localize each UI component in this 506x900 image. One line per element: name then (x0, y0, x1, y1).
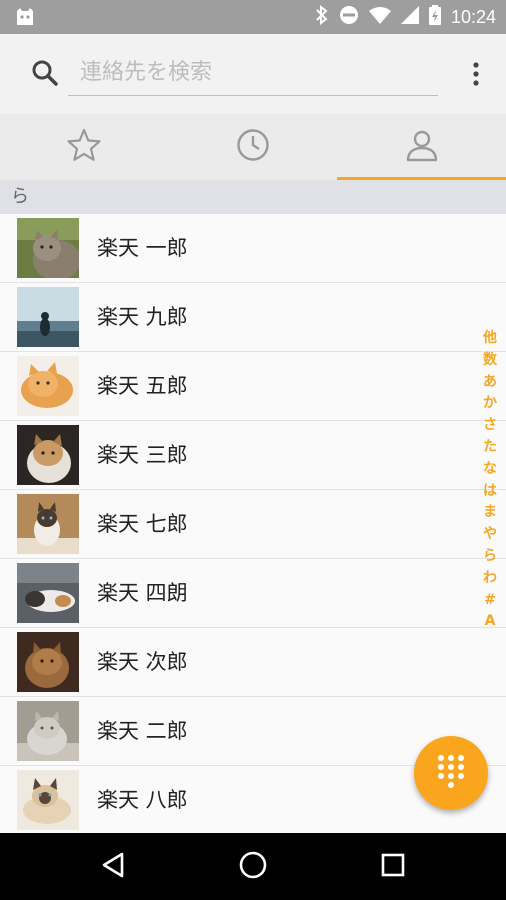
contact-avatar (17, 425, 79, 485)
contact-row[interactable]: 楽天 九郎 (0, 283, 506, 352)
recents-button[interactable] (358, 833, 428, 900)
dialpad-icon (437, 754, 465, 792)
wifi-icon (368, 6, 391, 28)
index-letter[interactable]: た (483, 437, 497, 459)
back-icon (100, 851, 126, 883)
clock-icon (236, 128, 270, 166)
contact-row[interactable]: 楽天 五郎 (0, 352, 506, 421)
home-icon (238, 850, 268, 884)
index-letter[interactable]: 他 (483, 328, 497, 350)
contact-name: 楽天 二郎 (97, 719, 188, 743)
home-button[interactable] (218, 833, 288, 900)
search-input[interactable] (68, 50, 438, 96)
star-icon (66, 128, 102, 166)
tab-favorites[interactable] (0, 114, 169, 180)
more-options-icon[interactable] (466, 60, 486, 90)
index-letter[interactable]: わ (483, 568, 497, 590)
contact-name: 楽天 四朗 (97, 581, 188, 605)
index-letter[interactable]: あ (483, 372, 497, 394)
contact-name: 楽天 一郎 (97, 236, 188, 260)
index-letter[interactable]: 数 (483, 350, 497, 372)
cell-signal-icon (400, 6, 419, 28)
battery-icon (428, 5, 441, 29)
contact-avatar (17, 632, 79, 692)
contact-avatar (17, 563, 79, 623)
do-not-disturb-icon (339, 5, 359, 29)
contact-name: 楽天 次郎 (97, 650, 188, 674)
contact-name: 楽天 九郎 (97, 305, 188, 329)
index-letter[interactable]: や (483, 524, 497, 546)
contact-row[interactable]: 楽天 一郎 (0, 214, 506, 283)
index-letter[interactable]: さ (483, 415, 497, 437)
search-bar (0, 34, 506, 114)
contact-avatar (17, 287, 79, 347)
index-letter[interactable]: ま (483, 502, 497, 524)
contact-avatar (17, 701, 79, 761)
navigation-bar (0, 833, 506, 900)
tab-recent[interactable] (169, 114, 338, 180)
contact-row[interactable]: 楽天 七郎 (0, 490, 506, 559)
section-header: ら (0, 180, 506, 214)
contact-avatar (17, 218, 79, 278)
contact-name: 楽天 三郎 (97, 443, 188, 467)
index-letter[interactable]: か (483, 393, 497, 415)
recents-icon (380, 852, 406, 882)
index-letter[interactable]: # (484, 590, 496, 612)
status-time: 10:24 (450, 6, 496, 27)
contact-row[interactable]: 楽天 四朗 (0, 559, 506, 628)
contact-avatar (17, 770, 79, 830)
contact-row[interactable]: 楽天 次郎 (0, 628, 506, 697)
contact-avatar (17, 356, 79, 416)
person-icon (405, 128, 439, 166)
index-letter[interactable]: ら (483, 546, 497, 568)
back-button[interactable] (78, 833, 148, 900)
contact-avatar (17, 494, 79, 554)
index-letter[interactable]: A (485, 611, 496, 633)
index-letter[interactable]: な (483, 459, 497, 481)
contact-row[interactable]: 楽天 三郎 (0, 421, 506, 490)
contact-name: 楽天 八郎 (97, 788, 188, 812)
tab-contacts[interactable] (337, 114, 506, 180)
contact-name: 楽天 七郎 (97, 512, 188, 536)
tab-bar (0, 114, 506, 180)
app-notification-icon (14, 7, 36, 31)
alpha-index[interactable]: 他 数 あ か さ た な は ま や ら わ # A (478, 328, 502, 633)
index-letter[interactable]: は (483, 481, 497, 503)
contact-name: 楽天 五郎 (97, 374, 188, 398)
bluetooth-icon (315, 4, 329, 29)
search-icon[interactable] (31, 59, 59, 91)
status-bar: 10:24 (0, 0, 506, 34)
dialpad-button[interactable] (414, 736, 488, 810)
